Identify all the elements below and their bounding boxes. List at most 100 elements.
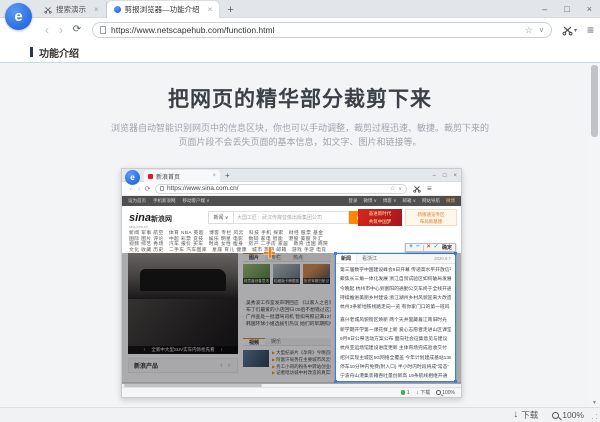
- close-button[interactable]: ×: [587, 4, 592, 14]
- clip-news-list: 第三届数字中国建设峰会9日开幕 传递高水平开放信号聚焦长三角一体化发展 浙江自贸…: [336, 264, 455, 382]
- download-icon: ↓: [416, 390, 419, 396]
- bookmark-star-icon[interactable]: ☆: [525, 25, 533, 36]
- mini-zoom: 100%: [436, 390, 455, 396]
- sina-topbar-link: 移动客户端 ∨: [183, 198, 210, 204]
- clip-news-line: 嘉兴老城风貌街区焕新 两个天井里藏着江南旧时光: [340, 316, 451, 325]
- sina-topbar-link: 微博: [446, 198, 455, 204]
- clip-tool-button[interactable]: ▾: [562, 25, 577, 36]
- clip-news-line: 今晚起 杭州市中心到富阳的通勤公交车终于全线开通: [340, 285, 451, 294]
- page-icon: [100, 26, 106, 34]
- move-crosshair-icon: [264, 247, 275, 258]
- tab-label: 剪报浏览器—功能介绍: [125, 4, 200, 15]
- sina-favicon: [148, 174, 153, 179]
- mini-minimize: –: [433, 173, 436, 179]
- sina-header: sina新浪网 sina.com.cn 新闻 ∨ 奋进新时代 共筑中国梦: [122, 206, 461, 230]
- new-tab-button[interactable]: +: [219, 1, 241, 18]
- toolbar-right: ▾ ≡: [562, 23, 594, 37]
- clip-tab-zhejiang: 看浙江: [357, 255, 382, 262]
- address-bar[interactable]: https://www.netscapehub.com/function.htm…: [92, 22, 552, 38]
- mini-tab-sina: 新浪首页 ×: [144, 170, 220, 182]
- sina-topbar-link: 微博 ∨: [363, 198, 377, 204]
- mini-window-controls: – □ ×: [433, 169, 457, 182]
- mini-download: ↓下载: [416, 389, 431, 396]
- selection-handle: [334, 252, 337, 255]
- browser-toolbar: ‹ › ⟳ https://www.netscapehub.com/functi…: [0, 18, 600, 42]
- page-description: 浏览器自动智能识别网页中的信息区块，你也可以手动调整，裁剪过程迅速、敏捷。裁剪下…: [0, 121, 600, 149]
- clip-news-line: 第三届数字中国建设峰会9日开幕 传递高水平开放信号: [340, 266, 451, 275]
- clip-news-line: 新学期开学第一课花样上新 爱心志愿者走进山区课堂: [340, 326, 451, 335]
- zoom-control[interactable]: 100%: [552, 410, 584, 420]
- selection-handle: [454, 252, 457, 255]
- confirm-check-icon: ✓: [434, 244, 439, 251]
- sina-ad-banner: 奋进新时代 共筑中国梦: [358, 209, 402, 226]
- sina-logo: sina新浪网 sina.com.cn: [129, 209, 172, 230]
- confirm-label: 确定: [442, 244, 452, 251]
- sina-ads: 奋进新时代 共筑中国梦 新版速览专区 布局新基建: [358, 209, 457, 226]
- scroll-down-arrow[interactable]: ▼: [590, 400, 599, 406]
- mini-titlebar: e 新浪首页 × + – □ ×: [122, 169, 461, 182]
- download-control[interactable]: ↓下载: [513, 409, 538, 421]
- mini-caret-icon: ∨: [398, 186, 402, 192]
- minimize-button[interactable]: –: [542, 4, 547, 14]
- sina-logo-sub: sina.com.cn: [129, 226, 172, 230]
- menu-icon[interactable]: ≡: [587, 23, 594, 37]
- titlebar: e 搜索演示 × 剪报浏览器—功能介绍 × + – □ ×: [0, 0, 600, 18]
- section-title: 功能介绍: [39, 45, 79, 60]
- scrollbar-thumb[interactable]: [591, 65, 598, 137]
- sina-search: 新闻 ∨: [208, 211, 371, 224]
- close-tab-icon[interactable]: ×: [94, 5, 99, 14]
- resize-grip[interactable]: [589, 411, 597, 419]
- clip-news-line: 绍兴实现主城区5G网络全覆盖 今年计划建成基站1380个: [340, 354, 451, 363]
- sina-ad-banner: 新版速览专区 布局新基建: [405, 209, 457, 226]
- mini-maximize: □: [443, 173, 447, 179]
- sina-topbar-link: 邮箱 ∨: [402, 198, 416, 204]
- mini-star-icon: ☆: [390, 185, 395, 192]
- sina-topbar-link: 登录: [348, 198, 357, 204]
- description-line-2: 页面片段不会丢失页面的基本信息，如文字、图片和链接等。: [0, 135, 600, 149]
- cancel-clip-icon: ×: [427, 244, 431, 251]
- clip-panel-tabs: 新闻 看浙江 2020.9.7: [336, 254, 455, 264]
- mini-status-count: 1: [401, 390, 410, 396]
- url-text[interactable]: https://www.netscapehub.com/function.htm…: [111, 25, 525, 35]
- mini-address-bar: https://www.sina.com.cn/ ☆ ∨: [155, 184, 407, 194]
- sina-logo-cn: 新浪网: [151, 216, 172, 223]
- clip-news-line: 杭州3条新地铁线路走向一览 有你家门口的第一班吗: [340, 303, 451, 312]
- tab-bar: 搜索演示 × 剪报浏览器—功能介绍 × +: [37, 0, 242, 18]
- mini-toolbar-right: ≡: [413, 184, 432, 193]
- forward-button[interactable]: ›: [54, 24, 68, 36]
- address-dropdown-icon[interactable]: ∨: [539, 26, 544, 34]
- feature-screenshot: e 新浪首页 × + – □ × ‹ › ⟳ http: [121, 168, 462, 398]
- page-scrollbar[interactable]: ▼: [590, 63, 599, 407]
- zoom-magnifier-icon: [436, 390, 441, 395]
- mini-close: ×: [453, 173, 457, 179]
- zoom-magnifier-icon: [552, 412, 559, 419]
- browser-window: e 搜索演示 × 剪报浏览器—功能介绍 × + – □ × ‹ › ⟳: [0, 0, 600, 422]
- sina-topbar-link: 设为首页: [128, 198, 146, 204]
- page-heading: 把网页的精华部分裁剪下来: [0, 83, 600, 113]
- sina-logo-en: sina: [129, 212, 151, 224]
- mini-status-bar: 1 ↓下载 100%: [122, 387, 461, 397]
- mini-new-tab-button: +: [225, 171, 230, 180]
- status-bar: ↓下载 100%: [0, 407, 600, 422]
- back-button[interactable]: ‹: [40, 24, 54, 36]
- clip-news-line: 持续推进美丽乡村建设 浙江湖州乡村风貌迎来大改造: [340, 294, 451, 303]
- mini-browser-logo-icon: e: [125, 170, 140, 185]
- scissors-icon: [44, 6, 52, 14]
- clip-tab-news: 新闻: [336, 254, 357, 263]
- reload-button[interactable]: ⟳: [70, 25, 84, 35]
- sina-search-category: 新闻 ∨: [208, 211, 233, 224]
- mini-reload-icon: ⟳: [143, 185, 152, 193]
- window-controls: – □ ×: [542, 0, 592, 18]
- mini-tab-label: 新浪首页: [156, 172, 180, 181]
- sina-topbar-link: 网站导航: [422, 198, 440, 204]
- tab-function-intro[interactable]: 剪报浏览器—功能介绍 ×: [107, 1, 220, 18]
- expand-selection-icon: +: [409, 244, 413, 251]
- sina-topbar-left: 设为首页手机新浪网移动客户端 ∨: [128, 198, 210, 204]
- sina-page: 设为首页手机新浪网移动客户端 ∨ 登录微博 ∨博客 ∨邮箱 ∨网站导航微博 si…: [122, 196, 461, 384]
- sina-search-input: [233, 211, 349, 224]
- mini-toolbar: ‹ › ⟳ https://www.sina.com.cn/ ☆ ∨ ≡: [122, 182, 461, 196]
- close-tab-icon[interactable]: ×: [208, 5, 213, 14]
- clip-news-line: 9月9日公祭活动方案公布 面向社会征集意见与建议: [340, 335, 451, 344]
- tab-search-demo[interactable]: 搜索演示 ×: [37, 1, 107, 18]
- maximize-button[interactable]: □: [564, 4, 569, 14]
